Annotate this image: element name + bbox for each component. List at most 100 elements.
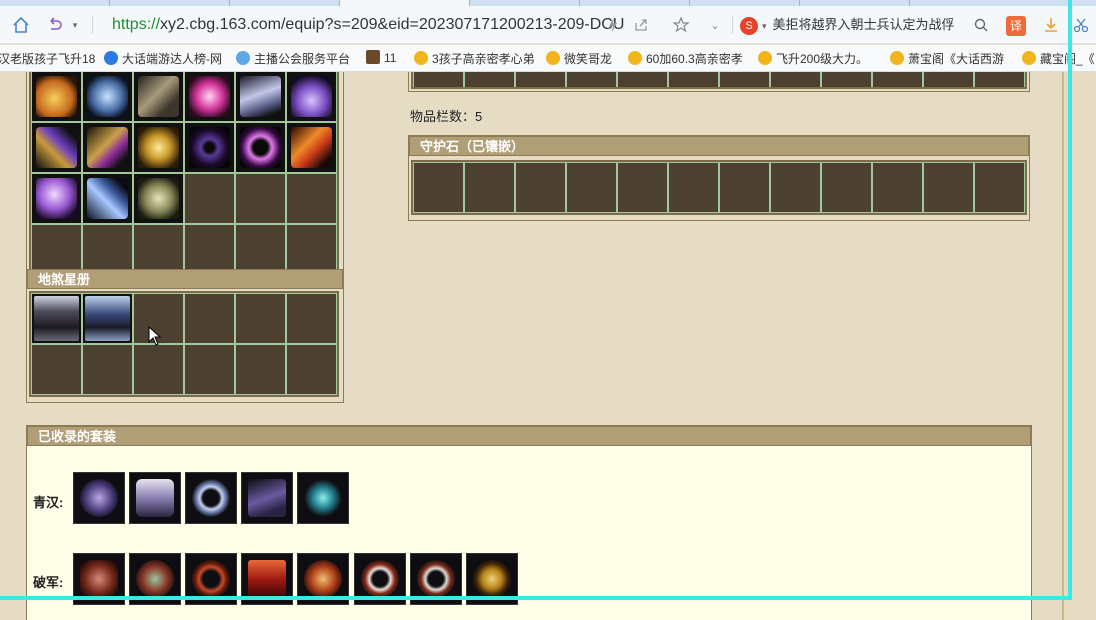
inventory-slot[interactable] bbox=[82, 72, 133, 122]
equipment-slot-empty[interactable] bbox=[566, 72, 617, 87]
equipment-slot-empty[interactable] bbox=[617, 72, 668, 87]
inventory-slot-empty[interactable] bbox=[235, 224, 286, 275]
search-icon[interactable] bbox=[970, 14, 992, 36]
star-card-slot-empty[interactable] bbox=[184, 293, 235, 344]
star-card-slot-empty[interactable] bbox=[82, 344, 133, 395]
suit-piece-icon[interactable] bbox=[73, 472, 125, 524]
selection-frame-right bbox=[1068, 0, 1072, 600]
star-card-slot-empty[interactable] bbox=[235, 344, 286, 395]
inventory-slot[interactable] bbox=[235, 72, 286, 122]
guard-stone-slot-empty[interactable] bbox=[617, 162, 668, 213]
inventory-slot-empty[interactable] bbox=[133, 224, 184, 275]
inventory-slot[interactable] bbox=[133, 173, 184, 224]
star-icon[interactable] bbox=[670, 14, 692, 36]
share-icon[interactable] bbox=[630, 14, 652, 36]
search-engine-logo[interactable]: S bbox=[740, 16, 758, 35]
equipment-slot-empty[interactable] bbox=[872, 72, 923, 87]
bookmark-label: 大话端游达人榜-网 bbox=[122, 52, 222, 66]
download-icon[interactable] bbox=[1040, 14, 1062, 36]
star-card-slot-empty[interactable] bbox=[184, 344, 235, 395]
inventory-slot[interactable] bbox=[82, 122, 133, 173]
inventory-slot[interactable] bbox=[286, 122, 337, 173]
guard-stone-slot-empty[interactable] bbox=[668, 162, 719, 213]
address-bar: ▾ https://xy2.cbg.163.com/equip?s=209&ei… bbox=[0, 6, 1096, 44]
suit-piece-icon[interactable] bbox=[185, 472, 237, 524]
equipment-panel bbox=[408, 72, 1030, 92]
bookmark-favicon-icon bbox=[758, 51, 772, 65]
equipment-slot-empty[interactable] bbox=[974, 72, 1025, 87]
star-card-slot-empty[interactable] bbox=[133, 344, 184, 395]
guard-stone-slot-empty[interactable] bbox=[566, 162, 617, 213]
inventory-slot[interactable] bbox=[235, 122, 286, 173]
star-card-slot[interactable] bbox=[82, 293, 133, 344]
guard-stone-slot-empty[interactable] bbox=[821, 162, 872, 213]
inventory-slot[interactable] bbox=[184, 122, 235, 173]
inventory-slot[interactable] bbox=[82, 173, 133, 224]
url-field[interactable]: https://xy2.cbg.163.com/equip?s=209&eid=… bbox=[112, 16, 624, 34]
equipment-slot-empty[interactable] bbox=[770, 72, 821, 87]
equipment-slot-empty[interactable] bbox=[668, 72, 719, 87]
inventory-slot[interactable] bbox=[31, 173, 82, 224]
inventory-slot[interactable] bbox=[184, 72, 235, 122]
equipment-slot-empty[interactable] bbox=[821, 72, 872, 87]
suit-piece-icon[interactable] bbox=[241, 472, 293, 524]
bookmark-item[interactable]: 飞升200级大力。 bbox=[758, 50, 868, 67]
guard-stone-slot-empty[interactable] bbox=[923, 162, 974, 213]
bookmark-item[interactable]: 汉老版孩子飞升18 bbox=[0, 50, 95, 67]
lightning-icon[interactable] bbox=[602, 14, 624, 36]
equipment-slot-empty[interactable] bbox=[923, 72, 974, 87]
bookmark-item[interactable]: 11 bbox=[366, 50, 396, 65]
equipment-slot-empty[interactable] bbox=[719, 72, 770, 87]
guard-stone-slot-empty[interactable] bbox=[515, 162, 566, 213]
bookmark-favicon-icon bbox=[890, 51, 904, 65]
inventory-slot[interactable] bbox=[286, 72, 337, 122]
bookmark-item[interactable]: 萧宝阁《大话西游 bbox=[890, 50, 1004, 67]
inventory-slot[interactable] bbox=[133, 122, 184, 173]
guard-stone-slot-empty[interactable] bbox=[464, 162, 515, 213]
guard-stone-slot-empty[interactable] bbox=[413, 162, 464, 213]
inventory-slot[interactable] bbox=[133, 72, 184, 122]
bookmark-item[interactable]: 微笑哥龙 bbox=[546, 50, 612, 67]
search-input[interactable]: S ▾ 美拒将越界入朝士兵认定为战俘 bbox=[740, 14, 998, 36]
bookmark-item[interactable]: 主播公会服务平台 bbox=[236, 50, 350, 67]
chevron-down-icon[interactable]: ▾ bbox=[762, 21, 767, 31]
equipment-slot-empty[interactable] bbox=[515, 72, 566, 87]
inventory-slot-empty[interactable] bbox=[184, 224, 235, 275]
star-card-slot-empty[interactable] bbox=[31, 344, 82, 395]
suit-piece-icon[interactable] bbox=[129, 472, 181, 524]
translate-button[interactable]: 译 bbox=[1006, 16, 1026, 36]
star-card-slot[interactable] bbox=[31, 293, 82, 344]
bookmark-favicon-icon bbox=[104, 51, 118, 65]
star-card-slot-empty[interactable] bbox=[235, 293, 286, 344]
inventory-grid bbox=[29, 72, 339, 277]
chevron-down-icon[interactable]: ⌄ bbox=[704, 14, 726, 36]
guard-stone-slot-empty[interactable] bbox=[719, 162, 770, 213]
undo-icon[interactable] bbox=[44, 14, 66, 36]
inventory-slot-empty[interactable] bbox=[286, 224, 337, 275]
inventory-slot[interactable] bbox=[31, 122, 82, 173]
inventory-slot-empty[interactable] bbox=[82, 224, 133, 275]
bookmark-item[interactable]: 藏宝阁_《 bbox=[1022, 50, 1095, 67]
inventory-slot-empty[interactable] bbox=[286, 173, 337, 224]
scissors-icon[interactable] bbox=[1070, 14, 1092, 36]
inventory-slot[interactable] bbox=[31, 72, 82, 122]
bookmark-item[interactable]: 大话端游达人榜-网 bbox=[104, 50, 222, 67]
bookmark-item[interactable]: 60加60.3高亲密孝 bbox=[628, 50, 743, 67]
inventory-slot-empty[interactable] bbox=[235, 173, 286, 224]
equipment-slot-empty[interactable] bbox=[413, 72, 464, 87]
guard-stone-title: 守护石（已镶嵌） bbox=[409, 136, 1029, 156]
search-text: 美拒将越界入朝士兵认定为战俘 bbox=[772, 17, 955, 32]
guard-stone-slot-empty[interactable] bbox=[770, 162, 821, 213]
equipment-slot-empty[interactable] bbox=[464, 72, 515, 87]
inventory-slot-empty[interactable] bbox=[184, 173, 235, 224]
bookmark-favicon-icon bbox=[366, 50, 380, 64]
star-card-slot-empty[interactable] bbox=[286, 344, 337, 395]
home-icon[interactable] bbox=[10, 14, 32, 36]
guard-stone-slot-empty[interactable] bbox=[974, 162, 1025, 213]
suit-piece-icon[interactable] bbox=[297, 472, 349, 524]
chevron-down-icon[interactable]: ▾ bbox=[64, 14, 86, 36]
star-card-slot-empty[interactable] bbox=[286, 293, 337, 344]
guard-stone-slot-empty[interactable] bbox=[872, 162, 923, 213]
bookmark-item[interactable]: 3孩子高亲密孝心弟 bbox=[414, 50, 535, 67]
inventory-slot-empty[interactable] bbox=[31, 224, 82, 275]
